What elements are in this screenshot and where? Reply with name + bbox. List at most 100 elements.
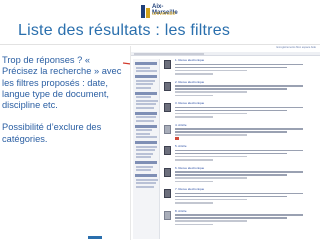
facet-group-header[interactable] [135,75,157,78]
facet-option[interactable] [136,83,153,85]
university-logo: Aix-Marseille université [141,2,181,22]
result-item[interactable]: 4. Article [164,123,318,143]
result-detail-line [175,198,247,201]
result-detail-line [175,192,303,195]
result-item[interactable]: 6. Revue électronique [164,166,318,186]
result-title[interactable]: 4. Article [175,123,187,127]
result-item[interactable]: 8. Article [164,209,318,229]
slide-title: Liste des résultats : les filtres [18,22,231,39]
result-availability-link[interactable] [175,202,213,204]
result-detail-line [175,149,303,152]
facet-option[interactable] [136,96,151,98]
result-availability-link[interactable] [175,223,213,226]
result-detail-line [175,214,303,216]
facet-option[interactable] [136,70,157,72]
facet-option[interactable] [136,129,152,131]
facet-group-header[interactable] [135,111,157,115]
body-paragraph-filters: Trop de réponses ? « Précisez la recherc… [2,55,122,111]
result-detail-line [175,128,303,130]
facet-option[interactable] [136,145,157,148]
facet-option[interactable] [136,103,156,105]
facet-option[interactable] [136,119,154,122]
result-title[interactable]: 1. Revue électronique [175,58,204,62]
result-detail-line [175,66,287,69]
result-detail-line [175,177,247,179]
facet-option[interactable] [136,178,158,181]
result-detail-line [175,85,303,87]
facet-group-header[interactable] [135,141,157,144]
document-thumbnail-icon [164,189,171,198]
filter-sidebar [133,59,160,239]
result-detail-line [175,109,287,112]
facet-option[interactable] [136,132,150,135]
document-thumbnail-icon [164,124,171,134]
body-paragraph-exclude: Possibilité d’exclure des catégories. [2,122,102,144]
result-title[interactable]: 8. Article [175,209,187,213]
result-detail-line [175,106,303,109]
logo-mark-icon [141,5,150,18]
document-thumbnail-icon [164,81,171,91]
facet-group-header[interactable] [135,174,157,177]
result-availability-link[interactable] [175,116,213,118]
title-divider [0,44,320,45]
facet-option[interactable] [136,149,155,151]
facet-option[interactable] [136,169,151,171]
result-detail-line [175,131,287,133]
facet-option[interactable] [136,152,153,155]
result-detail-line [175,155,247,158]
result-title[interactable]: 7. Revue électronique [175,187,204,191]
facet-option[interactable] [136,66,150,69]
slide-page-indicator [88,236,102,239]
result-detail-line [175,88,287,90]
result-detail-line [175,69,247,72]
facet-option[interactable] [136,106,154,109]
facet-group-header[interactable] [135,91,157,95]
facet-group-header[interactable] [135,124,157,128]
facet-option[interactable] [136,99,158,102]
result-detail-line [175,152,287,155]
result-detail-line [175,112,247,115]
result-title[interactable]: 3. Revue électronique [175,101,204,105]
result-detail-line [175,174,287,176]
screenshot-top-nav: Enregistrements Mon espace Aide [276,46,316,49]
facet-option[interactable] [136,136,157,138]
result-title[interactable]: 6. Revue électronique [175,166,204,170]
result-availability-link[interactable] [175,180,213,183]
facet-option[interactable] [136,116,156,118]
facet-group-header[interactable] [135,62,157,65]
result-title[interactable]: 2. Revue électronique [175,80,204,84]
results-list: 1. Revue électronique 2. Revue électroniq… [164,58,318,231]
presentation-slide: Aix-Marseille université Liste des résul… [0,0,320,240]
result-detail-line [175,195,287,198]
screenshot-search-input [134,53,204,55]
result-detail-line [175,63,303,66]
logo-subtitle: université [152,11,176,17]
result-availability-link[interactable] [175,159,213,161]
document-thumbnail-icon [164,167,171,177]
result-item[interactable]: 7. Revue électronique [164,187,318,207]
facet-option[interactable] [136,185,154,188]
result-item[interactable]: 2. Revue électronique [164,80,318,100]
result-detail-line [175,134,247,136]
pdf-badge-icon[interactable] [175,137,179,140]
facet-option[interactable] [136,165,153,168]
result-item[interactable]: 5. Article [164,144,318,164]
facet-option[interactable] [136,182,156,184]
result-availability-link[interactable] [175,73,213,75]
result-detail-line [175,171,303,173]
result-detail-line [175,217,287,219]
facet-option[interactable] [136,156,151,158]
result-title[interactable]: 5. Article [175,144,187,148]
result-item[interactable]: 1. Revue électronique [164,58,318,78]
document-thumbnail-icon [164,103,171,112]
result-item[interactable]: 3. Revue électronique [164,101,318,121]
embedded-screenshot: Enregistrements Mon espace Aide 1. Revue… [130,46,320,240]
facet-option[interactable] [136,86,151,89]
result-detail-line [175,91,247,93]
facet-group-header[interactable] [135,161,157,164]
document-thumbnail-icon [164,60,171,69]
result-availability-link[interactable] [175,94,213,97]
document-thumbnail-icon [164,146,171,155]
result-detail-line [175,220,247,222]
facet-option[interactable] [136,79,155,82]
